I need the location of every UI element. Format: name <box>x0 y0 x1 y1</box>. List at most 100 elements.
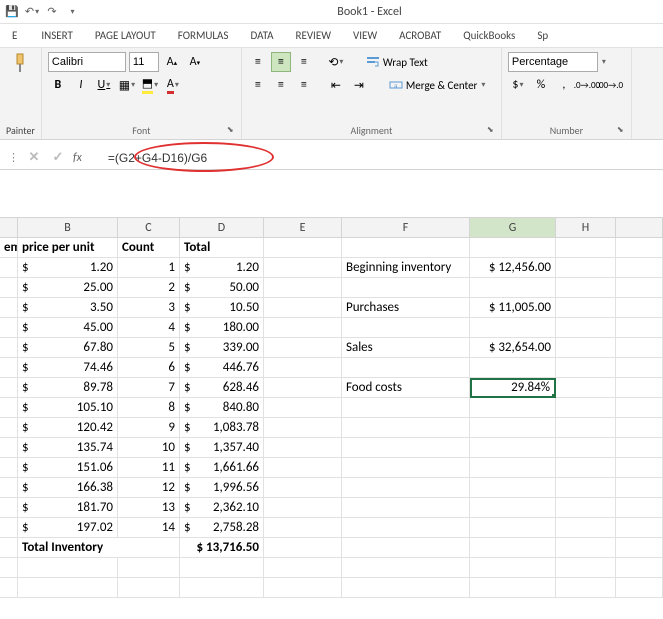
format-painter-button[interactable] <box>12 52 28 74</box>
cell[interactable] <box>264 238 342 258</box>
cell[interactable] <box>616 278 663 298</box>
cell-total[interactable]: $50.00 <box>180 278 264 298</box>
cell-total-inventory-value[interactable]: $ 13,716.50 <box>180 538 264 558</box>
tab-insert[interactable]: INSERT <box>39 27 75 44</box>
cell[interactable] <box>616 398 663 418</box>
col-header-g[interactable]: G <box>470 218 556 238</box>
number-format-dropdown-icon[interactable]: ▾ <box>602 57 606 67</box>
cell[interactable] <box>616 498 663 518</box>
cell-value[interactable]: $ 11,005.00 <box>470 298 556 318</box>
cell[interactable] <box>18 558 118 578</box>
cell-count[interactable]: 2 <box>118 278 180 298</box>
cell[interactable] <box>556 418 616 438</box>
accounting-format-button[interactable]: $▾ <box>508 75 528 95</box>
col-header-f[interactable]: F <box>342 218 470 238</box>
cell[interactable] <box>616 358 663 378</box>
cell-count[interactable]: 10 <box>118 438 180 458</box>
tab-page-layout[interactable]: PAGE LAYOUT <box>93 27 158 44</box>
fill-color-button[interactable]: ⬒▾ <box>140 75 160 95</box>
cell[interactable] <box>556 258 616 278</box>
tab-data[interactable]: DATA <box>248 27 275 44</box>
cell-value[interactable] <box>470 498 556 518</box>
cell-price[interactable]: $181.70 <box>18 498 118 518</box>
cell[interactable] <box>342 558 470 578</box>
cell[interactable] <box>556 578 616 598</box>
underline-button[interactable]: U▾ <box>94 75 114 95</box>
increase-decimal-icon[interactable]: .0→.00 <box>577 75 597 95</box>
cell[interactable] <box>264 258 342 278</box>
tab-partial[interactable]: Sp <box>535 27 550 44</box>
cell-label[interactable]: Food costs <box>342 378 470 398</box>
cell-total[interactable]: $1,996.56 <box>180 478 264 498</box>
row-stub[interactable] <box>0 258 18 278</box>
cell[interactable] <box>264 538 342 558</box>
align-right-icon[interactable]: ≡ <box>294 75 314 95</box>
cell[interactable] <box>556 438 616 458</box>
cell-total[interactable]: $1.20 <box>180 258 264 278</box>
cell[interactable] <box>342 538 470 558</box>
bold-button[interactable]: B <box>48 75 68 95</box>
cell-total[interactable]: $10.50 <box>180 298 264 318</box>
row-stub[interactable] <box>0 278 18 298</box>
cell-total[interactable]: $180.00 <box>180 318 264 338</box>
cell-total[interactable]: $840.80 <box>180 398 264 418</box>
cell[interactable] <box>616 458 663 478</box>
row-stub[interactable] <box>0 458 18 478</box>
cell[interactable] <box>556 318 616 338</box>
cell-label[interactable]: Beginning inventory <box>342 258 470 278</box>
align-left-icon[interactable]: ≡ <box>248 75 268 95</box>
cell-label[interactable] <box>342 498 470 518</box>
cell[interactable] <box>616 238 663 258</box>
cell-label[interactable]: Purchases <box>342 298 470 318</box>
cell-price[interactable]: $45.00 <box>18 318 118 338</box>
cell-total[interactable]: $339.00 <box>180 338 264 358</box>
cell[interactable] <box>0 578 18 598</box>
cell[interactable] <box>556 518 616 538</box>
cell-price[interactable]: $197.02 <box>18 518 118 538</box>
cell-price[interactable]: $74.46 <box>18 358 118 378</box>
spreadsheet-grid[interactable]: B C D E F G H em price per unit Count To… <box>0 218 663 598</box>
cell-price[interactable]: $120.42 <box>18 418 118 438</box>
cell-count[interactable]: 8 <box>118 398 180 418</box>
col-header-c[interactable]: C <box>118 218 180 238</box>
cell-price[interactable]: $67.80 <box>18 338 118 358</box>
cell-count[interactable]: 13 <box>118 498 180 518</box>
cell[interactable] <box>264 278 342 298</box>
col-header-e[interactable]: E <box>264 218 342 238</box>
cell-total[interactable]: $446.76 <box>180 358 264 378</box>
cell[interactable] <box>556 558 616 578</box>
cell-count[interactable]: 6 <box>118 358 180 378</box>
cell[interactable] <box>264 298 342 318</box>
cell[interactable] <box>616 338 663 358</box>
align-bottom-icon[interactable]: ≡ <box>294 52 314 72</box>
cell[interactable] <box>118 558 180 578</box>
cell[interactable] <box>556 478 616 498</box>
borders-button[interactable]: ▦▾ <box>117 75 137 95</box>
number-dialog-launcher-icon[interactable]: ⬊ <box>617 125 629 137</box>
partial-tab[interactable]: E <box>8 27 21 44</box>
cell[interactable] <box>616 418 663 438</box>
cell[interactable] <box>180 558 264 578</box>
row-stub[interactable] <box>0 498 18 518</box>
cell[interactable] <box>264 438 342 458</box>
row-stub[interactable] <box>0 298 18 318</box>
cell-total-inventory-label[interactable]: Total Inventory <box>18 538 180 558</box>
col-header-b[interactable]: B <box>18 218 118 238</box>
cancel-formula-icon[interactable]: ✕ <box>25 149 43 167</box>
cell-value[interactable]: $ 12,456.00 <box>470 258 556 278</box>
cell[interactable] <box>264 578 342 598</box>
cell-label[interactable] <box>342 418 470 438</box>
cell[interactable] <box>264 498 342 518</box>
decrease-decimal-icon[interactable]: .00→.0 <box>600 75 620 95</box>
cell-count[interactable]: 12 <box>118 478 180 498</box>
cell[interactable] <box>264 398 342 418</box>
cell[interactable] <box>0 558 18 578</box>
enter-formula-icon[interactable]: ✓ <box>49 149 67 167</box>
cell[interactable] <box>616 438 663 458</box>
cell-price[interactable]: $25.00 <box>18 278 118 298</box>
font-name-select[interactable] <box>48 52 126 72</box>
cell-price[interactable]: $166.38 <box>18 478 118 498</box>
cell-label[interactable] <box>342 478 470 498</box>
italic-button[interactable]: I <box>71 75 91 95</box>
tab-view[interactable]: VIEW <box>351 27 379 44</box>
